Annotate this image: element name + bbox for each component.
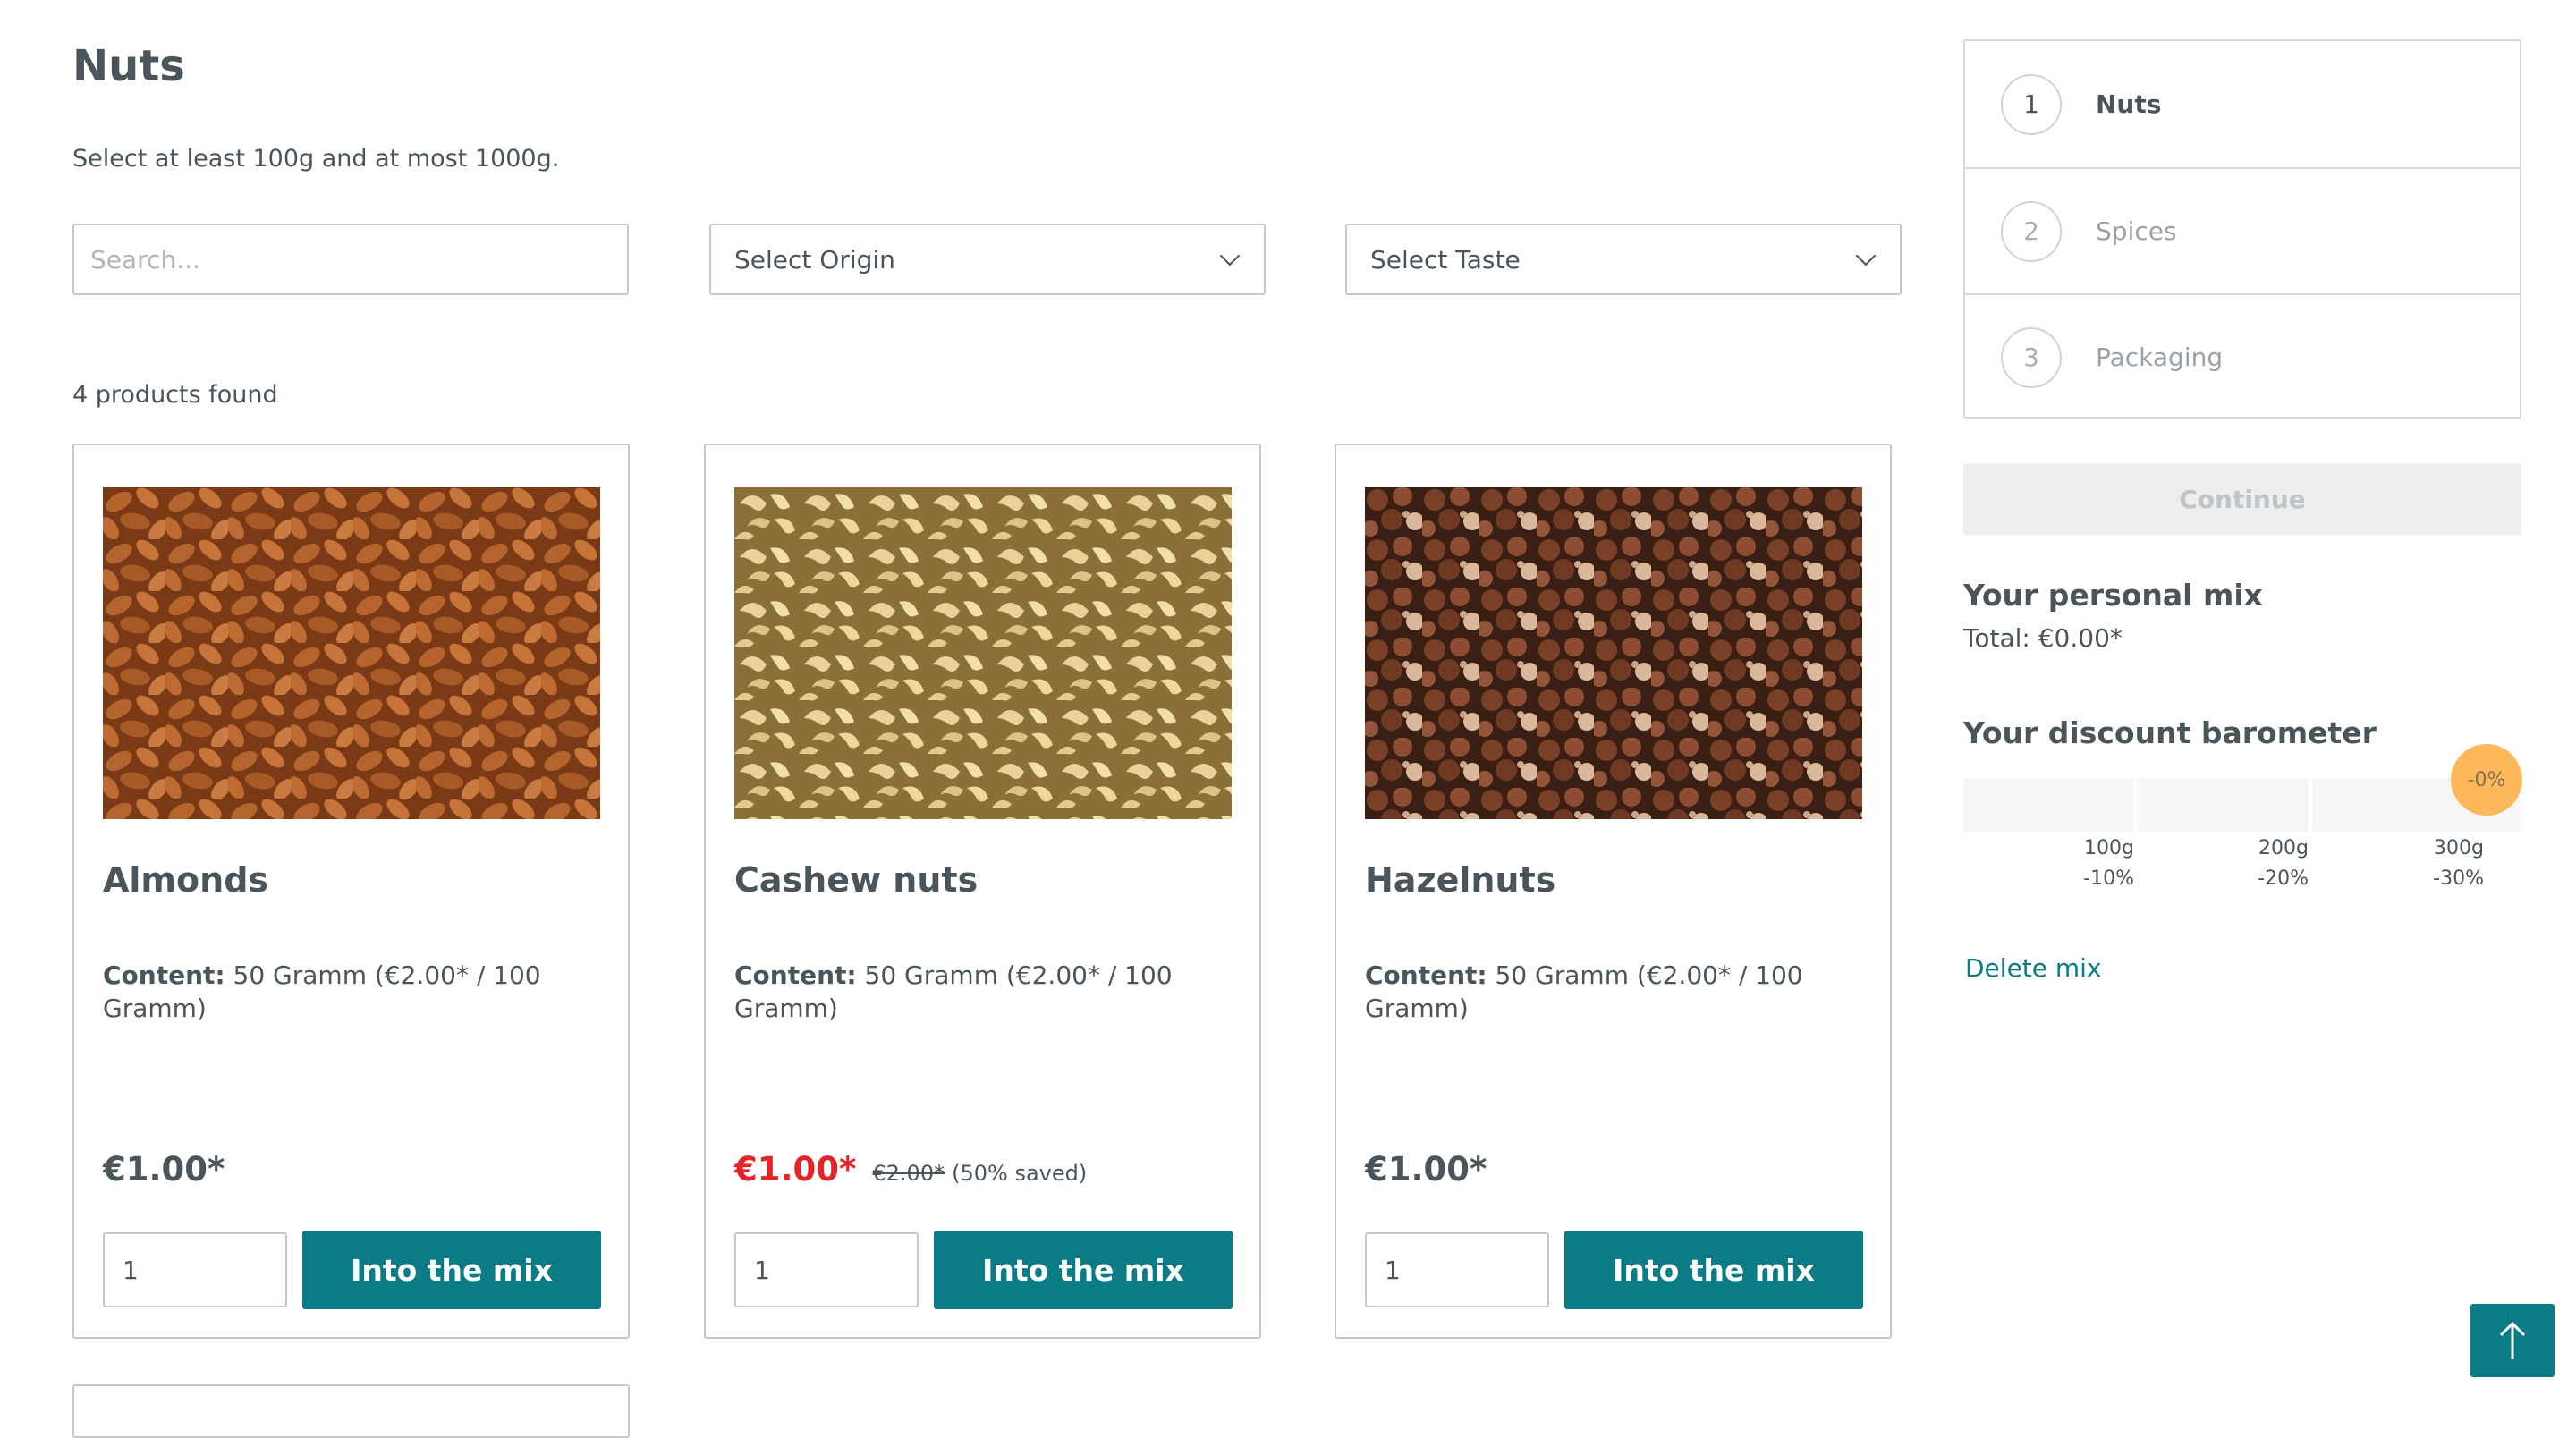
into-the-mix-button[interactable]: Into the mix bbox=[1564, 1231, 1863, 1309]
product-price-row: €1.00* bbox=[103, 1150, 225, 1188]
product-card-hazelnuts: Hazelnuts Content: 50 Gramm (€2.00* / 10… bbox=[1335, 444, 1892, 1339]
chevron-down-icon bbox=[1855, 245, 1877, 266]
into-the-mix-button[interactable]: Into the mix bbox=[934, 1231, 1233, 1309]
product-price: €1.00* bbox=[734, 1150, 857, 1188]
product-name[interactable]: Almonds bbox=[103, 860, 268, 900]
discount-barometer-title: Your discount barometer bbox=[1963, 715, 2377, 750]
barometer-tick: 100g -10% bbox=[2027, 833, 2134, 894]
search-input[interactable]: Search... bbox=[72, 224, 629, 295]
quantity-value: 1 bbox=[754, 1255, 770, 1285]
quantity-input[interactable]: 1 bbox=[103, 1232, 287, 1307]
quantity-value: 1 bbox=[123, 1255, 139, 1285]
personal-mix-title: Your personal mix bbox=[1963, 578, 2263, 613]
back-to-top-button[interactable] bbox=[2470, 1304, 2555, 1377]
into-the-mix-button[interactable]: Into the mix bbox=[302, 1231, 601, 1309]
barometer-segment bbox=[1963, 778, 2133, 832]
quantity-input[interactable]: 1 bbox=[734, 1232, 919, 1307]
product-card-almonds: Almonds Content: 50 Gramm (€2.00* / 100 … bbox=[72, 444, 630, 1339]
tick-discount: -10% bbox=[2083, 867, 2134, 890]
step-spices[interactable]: 2 Spices bbox=[1965, 167, 2520, 293]
arrow-up-icon bbox=[2499, 1321, 2526, 1359]
barometer-tick: 200g -20% bbox=[2201, 833, 2309, 894]
cashews-image[interactable] bbox=[734, 487, 1232, 819]
product-content: Content: 50 Gramm (€2.00* / 100 Gramm) bbox=[103, 959, 568, 1025]
page-subtitle: Select at least 100g and at most 1000g. bbox=[72, 145, 560, 173]
product-card-partial bbox=[72, 1384, 630, 1438]
step-number: 2 bbox=[2001, 200, 2062, 262]
mix-total: Total: €0.00* bbox=[1963, 623, 2123, 653]
page-title: Nuts bbox=[72, 41, 185, 91]
product-content: Content: 50 Gramm (€2.00* / 100 Gramm) bbox=[1365, 959, 1830, 1025]
step-packaging[interactable]: 3 Packaging bbox=[1965, 293, 2520, 419]
product-price: €1.00* bbox=[103, 1150, 225, 1188]
tick-weight: 200g bbox=[2258, 837, 2309, 859]
product-name[interactable]: Hazelnuts bbox=[1365, 860, 1555, 900]
product-content: Content: 50 Gramm (€2.00* / 100 Gramm) bbox=[734, 959, 1199, 1025]
origin-select[interactable]: Select Origin bbox=[709, 224, 1266, 295]
tick-weight: 300g bbox=[2434, 837, 2484, 859]
content-label: Content: bbox=[734, 960, 857, 990]
chevron-down-icon bbox=[1219, 245, 1241, 266]
configurator-steps: 1 Nuts 2 Spices 3 Packaging bbox=[1963, 39, 2521, 419]
taste-select-label: Select Taste bbox=[1370, 244, 1521, 275]
almonds-image[interactable] bbox=[103, 487, 600, 819]
barometer-segment bbox=[2137, 778, 2309, 832]
step-number: 3 bbox=[2001, 326, 2062, 388]
quantity-value: 1 bbox=[1385, 1255, 1401, 1285]
results-count: 4 products found bbox=[72, 381, 278, 409]
saved-percentage: (50% saved) bbox=[952, 1161, 1088, 1186]
step-label: Nuts bbox=[2096, 89, 2162, 119]
origin-select-label: Select Origin bbox=[734, 244, 895, 275]
tick-discount: -30% bbox=[2433, 867, 2484, 890]
product-name[interactable]: Cashew nuts bbox=[734, 860, 978, 900]
tick-weight: 100g bbox=[2084, 837, 2134, 859]
taste-select[interactable]: Select Taste bbox=[1345, 224, 1902, 295]
tick-discount: -20% bbox=[2258, 867, 2309, 890]
step-label: Packaging bbox=[2096, 343, 2224, 372]
old-price: €2.00* bbox=[872, 1161, 945, 1186]
hazelnuts-image[interactable] bbox=[1365, 487, 1862, 819]
content-label: Content: bbox=[103, 960, 225, 990]
product-price-row: €1.00* bbox=[1365, 1150, 1487, 1188]
quantity-input[interactable]: 1 bbox=[1365, 1232, 1549, 1307]
product-card-cashew-nuts: Cashew nuts Content: 50 Gramm (€2.00* / … bbox=[704, 444, 1261, 1339]
delete-mix-link[interactable]: Delete mix bbox=[1965, 953, 2102, 983]
continue-button[interactable]: Continue bbox=[1963, 463, 2521, 535]
product-price: €1.00* bbox=[1365, 1150, 1487, 1188]
discount-badge: -0% bbox=[2451, 744, 2522, 816]
search-placeholder: Search... bbox=[90, 244, 200, 275]
step-nuts[interactable]: 1 Nuts bbox=[1965, 41, 2520, 167]
content-label: Content: bbox=[1365, 960, 1487, 990]
step-number: 1 bbox=[2001, 73, 2062, 135]
barometer-tick: 300g -30% bbox=[2377, 833, 2484, 894]
step-label: Spices bbox=[2096, 216, 2177, 246]
product-price-row: €1.00* €2.00* (50% saved) bbox=[734, 1150, 1087, 1188]
